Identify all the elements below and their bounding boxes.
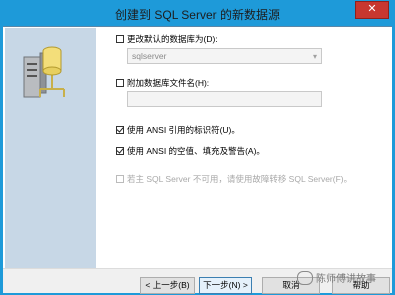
failover-option: 若主 SQL Server 不可用，请使用故障转移 SQL Server(F)。 (116, 173, 352, 185)
attach-db-file-option[interactable]: 附加数据库文件名(H): (116, 77, 209, 89)
chevron-down-icon: ▾ (312, 52, 317, 61)
back-button[interactable]: < 上一步(B) (140, 277, 195, 294)
failover-checkbox (116, 175, 124, 183)
next-button[interactable]: 下一步(N) > (199, 277, 252, 294)
attach-db-file-input[interactable] (127, 91, 322, 107)
change-default-db-label: 更改默认的数据库为(D): (127, 34, 218, 44)
ansi-nulls-label: 使用 ANSI 的空值、填充及警告(A)。 (127, 146, 265, 156)
window-title: 创建到 SQL Server 的新数据源 (115, 8, 280, 22)
change-default-db-checkbox[interactable] (116, 35, 124, 43)
chat-bubble-icon (297, 270, 313, 285)
default-db-value: sqlserver (132, 51, 167, 61)
change-default-db-option[interactable]: 更改默认的数据库为(D): (116, 33, 218, 45)
close-button[interactable]: ✕ (355, 1, 389, 19)
ansi-quoted-identifiers-label: 使用 ANSI 引用的标识符(U)。 (127, 125, 240, 135)
default-db-dropdown[interactable]: sqlserver ▾ (127, 48, 322, 64)
watermark: 陈师傅讲故事 (297, 270, 376, 285)
wizard-side-panel (5, 28, 96, 268)
watermark-text: 陈师傅讲故事 (316, 274, 376, 285)
attach-db-file-label: 附加数据库文件名(H): (127, 78, 210, 88)
title-bar: 创建到 SQL Server 的新数据源 ✕ (0, 0, 395, 27)
ansi-quoted-identifiers-option[interactable]: 使用 ANSI 引用的标识符(U)。 (116, 124, 240, 136)
window-frame-left (0, 26, 3, 295)
failover-label: 若主 SQL Server 不可用，请使用故障转移 SQL Server(F)。 (127, 174, 353, 184)
ansi-nulls-checkbox[interactable] (116, 147, 124, 155)
attach-db-file-checkbox[interactable] (116, 79, 124, 87)
ansi-quoted-identifiers-checkbox[interactable] (116, 126, 124, 134)
database-server-icon (23, 46, 65, 98)
ansi-nulls-option[interactable]: 使用 ANSI 的空值、填充及警告(A)。 (116, 145, 265, 157)
